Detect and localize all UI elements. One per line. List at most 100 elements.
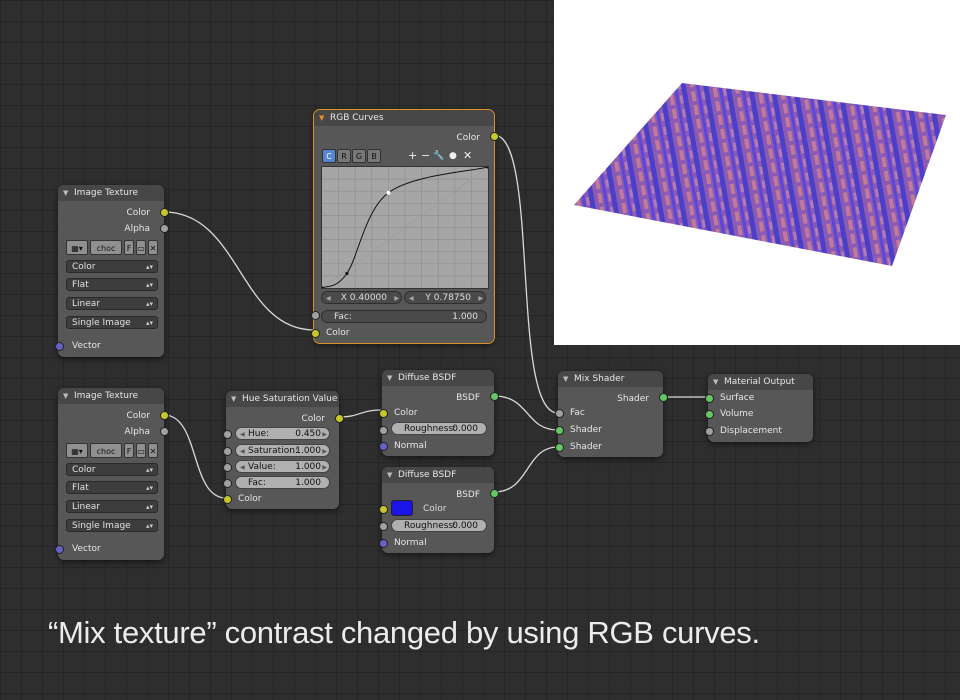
decrement-arrow-icon[interactable]: ◀ xyxy=(240,428,245,441)
decrement-arrow-icon[interactable]: ◀ xyxy=(240,445,245,458)
image-browse-icon[interactable]: ▦▾ xyxy=(66,240,88,255)
node-header[interactable]: ▼ Hue Saturation Value xyxy=(226,391,339,407)
input-vector-socket[interactable] xyxy=(55,545,64,554)
collapse-triangle-icon[interactable]: ▼ xyxy=(713,374,718,390)
input-color-socket[interactable] xyxy=(311,329,320,338)
wrench-icon[interactable]: 🔧 xyxy=(433,149,444,163)
input-volume-socket[interactable] xyxy=(705,410,714,419)
image-name-field[interactable]: choc xyxy=(90,443,122,458)
collapse-triangle-icon[interactable]: ▼ xyxy=(231,391,236,407)
fac-field[interactable]: Fac: 1.000 xyxy=(321,310,487,323)
source-dropdown[interactable]: Single Image ▴▾ xyxy=(66,519,158,532)
decrement-arrow-icon[interactable]: ◀ xyxy=(409,292,414,305)
increment-arrow-icon[interactable]: ▶ xyxy=(478,292,483,305)
image-selector[interactable]: ▦▾ choc F ▭ ✕ xyxy=(66,443,158,458)
node-header[interactable]: ▼ Image Texture xyxy=(58,185,164,201)
zoom-in-icon[interactable]: + xyxy=(408,149,417,163)
node-header[interactable]: ▼ Image Texture xyxy=(58,388,164,404)
output-shader-socket[interactable] xyxy=(659,393,668,402)
mix-shader-node[interactable]: ▼ Mix Shader Shader Fac Shader Shader xyxy=(555,371,668,457)
increment-arrow-icon[interactable]: ▶ xyxy=(322,428,327,441)
image-name-field[interactable]: choc xyxy=(90,240,122,255)
input-shader-socket-1[interactable] xyxy=(555,426,564,435)
channel-r-button[interactable]: R xyxy=(337,149,351,163)
fake-user-button[interactable]: F xyxy=(124,443,134,458)
roughness-field[interactable]: Roughness: 0.000 xyxy=(391,519,487,532)
image-selector[interactable]: ▦▾ choc F ▭ ✕ xyxy=(66,240,158,255)
input-roughness-socket[interactable] xyxy=(379,426,388,435)
input-vector-socket[interactable] xyxy=(55,342,64,351)
value-field[interactable]: ◀ Value: 1.000 ▶ xyxy=(235,460,330,473)
curve-control-point[interactable] xyxy=(345,271,349,276)
node-header[interactable]: ▼ Diffuse BSDF xyxy=(382,467,494,483)
color-space-dropdown[interactable]: Color ▴▾ xyxy=(66,463,158,476)
interpolation-dropdown[interactable]: Linear ▴▾ xyxy=(66,500,158,513)
image-browse-icon[interactable]: ▦▾ xyxy=(66,443,88,458)
diffuse-bsdf-node-2[interactable]: ▼ Diffuse BSDF BSDF Color Roughness: 0.000… xyxy=(379,467,499,553)
input-normal-socket[interactable] xyxy=(379,442,388,451)
output-color-socket[interactable] xyxy=(490,132,499,141)
output-color-socket[interactable] xyxy=(160,411,169,420)
input-color-socket[interactable] xyxy=(379,505,388,514)
handle-type-icon[interactable]: ● xyxy=(449,149,457,163)
input-color-socket[interactable] xyxy=(379,409,388,418)
fac-field[interactable]: Fac: 1.000 xyxy=(235,476,330,489)
zoom-out-icon[interactable]: − xyxy=(421,149,430,163)
input-color-socket[interactable] xyxy=(223,495,232,504)
rgb-curves-node[interactable]: ▼ RGB Curves Color C R G B + − 🔧 ● ✕ ◀ X… xyxy=(311,109,499,344)
collapse-triangle-icon[interactable]: ▼ xyxy=(563,371,568,387)
output-alpha-socket[interactable] xyxy=(160,224,169,233)
fake-user-button[interactable]: F xyxy=(124,240,134,255)
node-header[interactable]: ▼ RGB Curves xyxy=(314,110,494,126)
y-coordinate-field[interactable]: ◀ Y 0.78750 ▶ xyxy=(404,291,486,304)
curve-editor[interactable] xyxy=(320,165,490,290)
open-folder-icon[interactable]: ▭ xyxy=(136,443,146,458)
node-header[interactable]: ▼ Mix Shader xyxy=(558,371,663,387)
collapse-triangle-icon[interactable]: ▼ xyxy=(319,110,324,126)
projection-dropdown[interactable]: Flat ▴▾ xyxy=(66,278,158,291)
curve-graph[interactable] xyxy=(320,165,490,290)
channel-g-button[interactable]: G xyxy=(352,149,366,163)
node-header[interactable]: ▼ Material Output xyxy=(708,374,813,390)
input-saturation-socket[interactable] xyxy=(223,447,232,456)
input-shader-socket-2[interactable] xyxy=(555,443,564,452)
input-fac-socket[interactable] xyxy=(555,409,564,418)
input-displacement-socket[interactable] xyxy=(705,427,714,436)
output-bsdf-socket[interactable] xyxy=(490,489,499,498)
image-texture-node-2[interactable]: ▼ Image Texture Color Alpha ▦▾ choc F ▭ ✕… xyxy=(55,388,169,560)
roughness-field[interactable]: Roughness: 0.000 xyxy=(391,422,487,435)
collapse-triangle-icon[interactable]: ▼ xyxy=(387,370,392,386)
color-space-dropdown[interactable]: Color ▴▾ xyxy=(66,260,158,273)
image-texture-node-1[interactable]: ▼ Image Texture Color Alpha ▦▾ choc F ▭ ✕… xyxy=(55,185,169,357)
collapse-triangle-icon[interactable]: ▼ xyxy=(63,185,68,201)
decrement-arrow-icon[interactable]: ◀ xyxy=(326,292,331,305)
source-dropdown[interactable]: Single Image ▴▾ xyxy=(66,316,158,329)
diffuse-bsdf-node-1[interactable]: ▼ Diffuse BSDF BSDF Color Roughness: 0.000… xyxy=(379,370,499,456)
unlink-close-icon[interactable]: ✕ xyxy=(148,443,158,458)
hue-field[interactable]: ◀ Hue: 0.450 ▶ xyxy=(235,427,330,440)
node-header[interactable]: ▼ Diffuse BSDF xyxy=(382,370,494,386)
color-swatch[interactable] xyxy=(391,500,413,516)
x-coordinate-field[interactable]: ◀ X 0.40000 ▶ xyxy=(321,291,402,304)
increment-arrow-icon[interactable]: ▶ xyxy=(394,292,399,305)
input-normal-socket[interactable] xyxy=(379,539,388,548)
output-color-socket[interactable] xyxy=(160,208,169,217)
hue-saturation-value-node[interactable]: ▼ Hue Saturation Value Color ◀ Hue: 0.450 ▶ … xyxy=(223,391,344,509)
interpolation-dropdown[interactable]: Linear ▴▾ xyxy=(66,297,158,310)
curve-control-point[interactable] xyxy=(386,190,391,195)
increment-arrow-icon[interactable]: ▶ xyxy=(322,461,327,474)
decrement-arrow-icon[interactable]: ◀ xyxy=(240,461,245,474)
input-value-socket[interactable] xyxy=(223,463,232,472)
output-alpha-socket[interactable] xyxy=(160,427,169,436)
saturation-field[interactable]: ◀ Saturation: 1.000 ▶ xyxy=(235,444,330,457)
collapse-triangle-icon[interactable]: ▼ xyxy=(63,388,68,404)
material-output-node[interactable]: ▼ Material Output Surface Volume Displace… xyxy=(705,374,813,442)
output-color-socket[interactable] xyxy=(335,414,344,423)
input-fac-socket[interactable] xyxy=(223,479,232,488)
input-surface-socket[interactable] xyxy=(705,394,714,403)
input-fac-socket[interactable] xyxy=(311,311,320,320)
projection-dropdown[interactable]: Flat ▴▾ xyxy=(66,481,158,494)
delete-point-icon[interactable]: ✕ xyxy=(463,149,472,163)
channel-b-button[interactable]: B xyxy=(367,149,381,163)
output-bsdf-socket[interactable] xyxy=(490,392,499,401)
